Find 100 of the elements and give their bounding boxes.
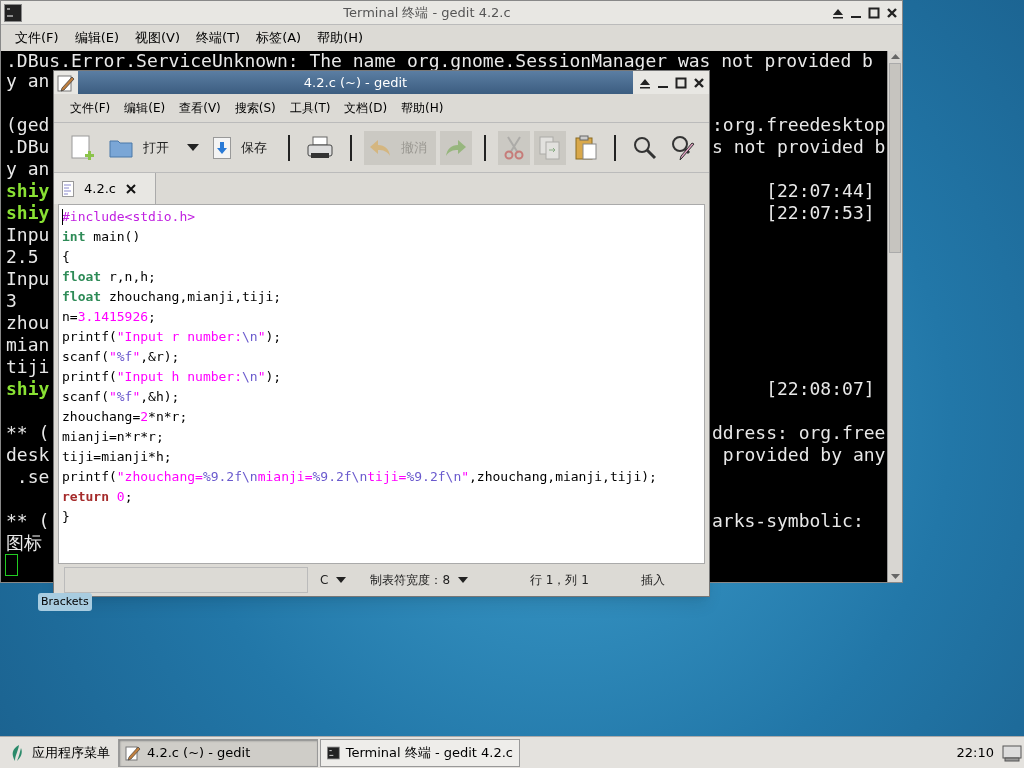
maximize-icon[interactable]: [868, 6, 880, 19]
menu-item[interactable]: 编辑(E): [118, 99, 172, 117]
scrollbar-thumb[interactable]: [889, 63, 901, 253]
printer-icon: [307, 135, 333, 160]
menu-item[interactable]: 搜索(S): [228, 99, 282, 117]
menu-item[interactable]: 文件(F): [64, 99, 117, 117]
document-tab[interactable]: 4.2.c: [54, 173, 156, 204]
menu-item[interactable]: 查看(V): [173, 99, 227, 117]
close-icon[interactable]: [693, 76, 705, 89]
insert-mode: 插入: [640, 572, 665, 589]
terminal-line: desk: [6, 444, 50, 466]
terminal-line: arks-symbolic:: [712, 510, 864, 532]
undo-arrow-icon: [369, 137, 391, 158]
menu-item[interactable]: 帮助(H): [395, 99, 450, 117]
window-title: 4.2.c (~) - gedit: [302, 73, 409, 92]
terminal-line: tiji: [6, 356, 50, 378]
caret-icon: [187, 143, 199, 152]
new-file-icon: [71, 134, 95, 161]
document-icon: [62, 180, 74, 197]
terminal-line: Inpu: [6, 224, 50, 246]
code-line: n=3.1415926;: [62, 308, 157, 326]
terminal-line: mian: [6, 334, 50, 356]
folder-icon: [109, 137, 133, 158]
pencil-note-icon: [125, 744, 141, 761]
search-pencil-icon: [671, 134, 697, 161]
terminal-line: y an: [6, 70, 50, 92]
code-line: float zhouchang,mianji,tiji;: [62, 288, 283, 306]
taskbar-button[interactable]: 4.2.c (~) - gedit: [118, 738, 318, 767]
desktop-icon[interactable]: [1002, 742, 1022, 763]
code-line: mianji=n*r*r;: [62, 428, 165, 446]
open-button[interactable]: 打开: [104, 130, 178, 165]
language-dropdown[interactable]: C: [318, 571, 349, 589]
code-line: scanf("%f",&r);: [62, 348, 181, 366]
terminal-line: ** (: [6, 422, 50, 444]
menu-item[interactable]: 文档(D): [338, 99, 394, 117]
tooltip: Brackets: [38, 593, 92, 611]
code-line: int main(): [62, 228, 142, 246]
menu-item[interactable]: 编辑(E): [68, 28, 125, 48]
code-line: {: [62, 248, 71, 266]
scissors-icon: [503, 135, 525, 160]
search-icon: [633, 135, 657, 160]
code-editor[interactable]: [58, 204, 705, 564]
code-line: tiji=mianji*h;: [62, 448, 173, 466]
terminal-line: :org.freedesktop: [712, 114, 886, 136]
terminal-line: ** (: [6, 510, 50, 532]
terminal-line: [22:07:53]: [765, 202, 875, 224]
save-button[interactable]: 保存: [208, 130, 276, 165]
terminal-line: [22:08:07]: [765, 378, 875, 400]
caret-icon: [458, 577, 469, 583]
caret-icon: [336, 577, 347, 583]
terminal-line: y an: [6, 158, 50, 180]
terminal-line: Inpu: [6, 268, 50, 290]
text-cursor: [5, 554, 18, 576]
code-line: printf("Input r number:\n");: [62, 328, 283, 346]
redo-arrow-icon: [445, 137, 467, 158]
terminal-line: 2.5: [6, 246, 39, 268]
pencil-note-icon: [57, 73, 75, 92]
taskbar-button[interactable]: Terminal 终端 - gedit 4.2.c: [320, 738, 520, 767]
cursor-position: 行 1，列 1: [530, 572, 589, 589]
terminal-line: zhou: [6, 312, 50, 334]
close-icon[interactable]: [125, 183, 136, 194]
terminal-icon: [327, 744, 340, 761]
window-title: Terminal 终端 - gedit 4.2.c: [342, 3, 512, 22]
menu-item[interactable]: 帮助(H): [311, 28, 370, 48]
code-line: #include<stdio.h>: [62, 208, 197, 226]
terminal-line: 图标: [6, 532, 42, 554]
terminal-line: shiy: [6, 378, 50, 400]
menu-item[interactable]: 标签(A): [250, 28, 308, 48]
menu-item[interactable]: 终端(T): [190, 28, 247, 48]
menu-item[interactable]: 文件(F): [9, 28, 65, 48]
terminal-line: .DBus.Error.ServiceUnknown: The name org.gnome.SessionManager was not provided b: [6, 51, 873, 70]
maximize-icon[interactable]: [675, 76, 687, 89]
terminal-line: .se: [15, 466, 50, 488]
clipboard-icon: [575, 134, 597, 161]
code-line: return 0;: [62, 488, 134, 506]
clock: 22:10: [956, 743, 994, 762]
terminal-line: (ged: [6, 114, 50, 136]
copy-icon: [539, 135, 561, 160]
terminal-line: shiy: [6, 202, 50, 224]
terminal-line: s not provided b: [712, 136, 886, 158]
terminal-line: shiy: [6, 180, 50, 202]
code-line: printf("Input h number:\n");: [62, 368, 283, 386]
applications-menu-button[interactable]: 应用程序菜单: [0, 737, 116, 768]
code-line: scanf("%f",&h);: [62, 388, 181, 406]
code-line: float r,n,h;: [62, 268, 157, 286]
code-line: zhouchang=2*n*r;: [62, 408, 189, 426]
terminal-line: ddress: org.free: [712, 422, 886, 444]
menu-item[interactable]: 视图(V): [129, 28, 187, 48]
close-icon[interactable]: [886, 6, 898, 19]
menu-item[interactable]: 工具(T): [283, 99, 337, 117]
terminal-line: 3: [6, 290, 17, 312]
terminal-line: provided by any: [721, 444, 886, 466]
tab-width-dropdown[interactable]: 制表符宽度：8: [368, 571, 471, 589]
code-line: }: [62, 508, 71, 526]
code-line: printf("zhouchang=%9.2f\nmianji=%9.2f\ntiji=%9.2f\n",zhouchang,mianji,tiji);: [62, 468, 658, 486]
leaf-icon: [10, 743, 24, 762]
scrollbar[interactable]: [887, 51, 902, 582]
terminal-line: [22:07:44]: [765, 180, 875, 202]
terminal-line: .DBu: [6, 136, 50, 158]
terminal-icon: [4, 3, 22, 22]
